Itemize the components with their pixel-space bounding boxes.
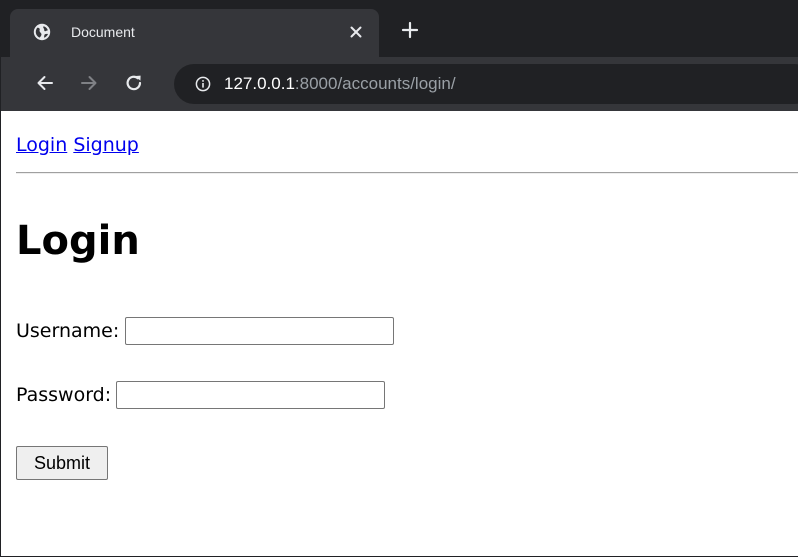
signup-link[interactable]: Signup — [73, 134, 139, 156]
username-input[interactable] — [125, 317, 395, 345]
browser-toolbar: 127.0.0.1:8000/accounts/login/ — [1, 57, 798, 111]
arrow-right-icon[interactable] — [78, 72, 100, 94]
password-label: Password: — [16, 384, 112, 406]
plus-icon[interactable] — [400, 20, 420, 40]
globe-icon — [33, 23, 51, 41]
site-nav: Login Signup — [16, 133, 139, 157]
address-bar[interactable]: 127.0.0.1:8000/accounts/login/ — [174, 64, 798, 104]
info-icon[interactable] — [195, 76, 211, 92]
password-row: Password: — [16, 381, 386, 409]
divider — [16, 172, 798, 174]
login-link[interactable]: Login — [16, 134, 67, 156]
tab-strip: Document — [1, 1, 798, 57]
username-label: Username: — [16, 320, 120, 342]
url-host: 127.0.0.1 — [224, 74, 295, 93]
tab-title: Document — [71, 24, 135, 40]
url-path: :8000/accounts/login/ — [294, 74, 456, 93]
arrow-left-icon[interactable] — [34, 72, 56, 94]
submit-button[interactable]: Submit — [16, 446, 108, 480]
page-title: Login — [16, 218, 140, 264]
page-content: Login Signup Login Username: Password: S… — [1, 111, 798, 556]
reload-icon[interactable] — [123, 72, 145, 94]
url-text[interactable]: 127.0.0.1:8000/accounts/login/ — [224, 74, 456, 94]
browser-tab-document[interactable]: Document — [10, 9, 379, 57]
username-row: Username: — [16, 317, 395, 345]
close-icon[interactable] — [346, 22, 366, 42]
password-input[interactable] — [116, 381, 386, 409]
browser-window: Document 127.0.0.1:8000/accounts/login/ … — [0, 0, 798, 557]
